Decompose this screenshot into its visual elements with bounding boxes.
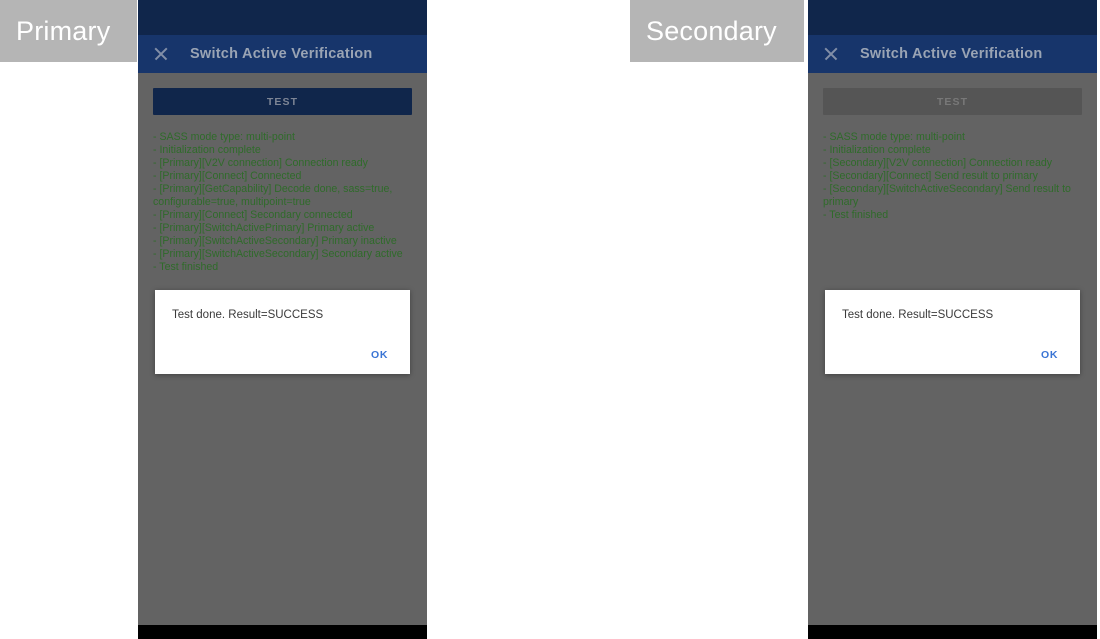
role-label-secondary: Secondary — [630, 0, 804, 62]
app-bar-title: Switch Active Verification — [860, 46, 1043, 62]
content-area-secondary: TEST - SASS mode type: multi-point - Ini… — [808, 73, 1097, 625]
close-icon[interactable] — [822, 45, 840, 63]
app-bar-title: Switch Active Verification — [190, 46, 373, 62]
result-dialog-primary: Test done. Result=SUCCESS OK — [155, 290, 410, 374]
log-output: - SASS mode type: multi-point - Initiali… — [153, 131, 403, 273]
navigation-bar-secondary — [808, 625, 1097, 639]
dialog-ok-button[interactable]: OK — [363, 345, 396, 365]
device-screen-primary: Switch Active Verification TEST - SASS m… — [138, 0, 427, 639]
device-screen-secondary: Switch Active Verification TEST - SASS m… — [808, 0, 1097, 639]
close-icon[interactable] — [152, 45, 170, 63]
test-button: TEST — [823, 88, 1082, 115]
navigation-bar-primary — [138, 625, 427, 639]
status-bar-secondary — [808, 0, 1097, 35]
test-button[interactable]: TEST — [153, 88, 412, 115]
status-bar-primary — [138, 0, 427, 35]
result-dialog-secondary: Test done. Result=SUCCESS OK — [825, 290, 1080, 374]
app-bar-secondary: Switch Active Verification — [808, 35, 1097, 73]
log-output: - SASS mode type: multi-point - Initiali… — [823, 131, 1071, 221]
dialog-message: Test done. Result=SUCCESS — [172, 309, 324, 321]
app-bar-primary: Switch Active Verification — [138, 35, 427, 73]
dialog-actions: OK — [1033, 345, 1066, 365]
dialog-actions: OK — [363, 345, 396, 365]
dialog-message: Test done. Result=SUCCESS — [842, 309, 994, 321]
dialog-ok-button[interactable]: OK — [1033, 345, 1066, 365]
role-label-primary: Primary — [0, 0, 137, 62]
content-area-primary: TEST - SASS mode type: multi-point - Ini… — [138, 73, 427, 625]
